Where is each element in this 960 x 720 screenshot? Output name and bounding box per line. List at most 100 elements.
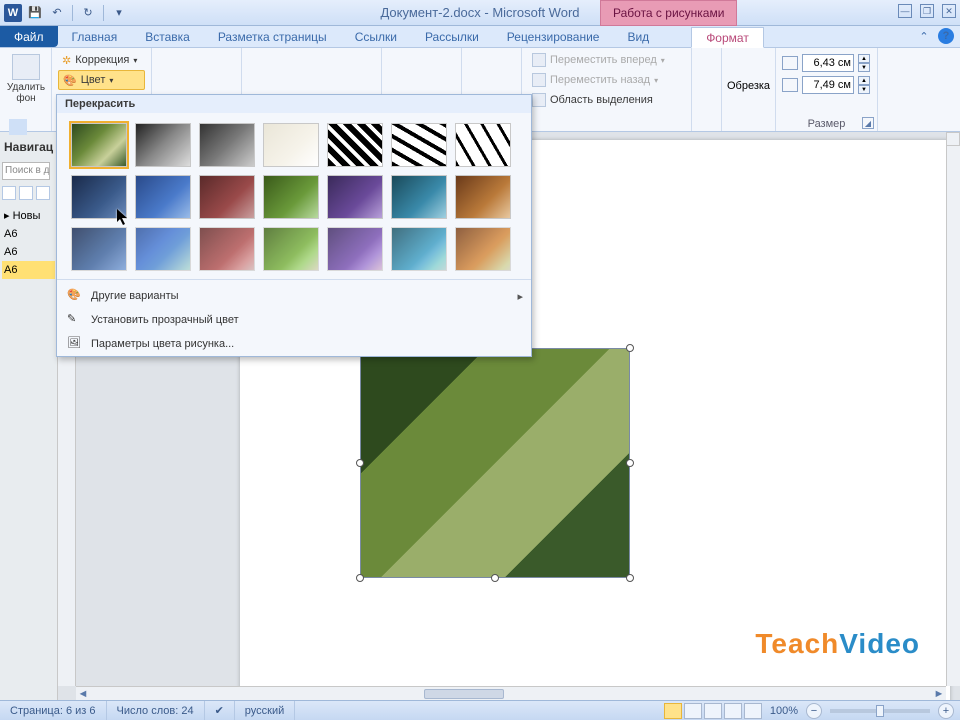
send-backward-icon [532, 73, 546, 87]
nav-tab-results[interactable] [36, 186, 50, 200]
status-language[interactable]: русский [235, 701, 295, 720]
zoom-thumb[interactable] [876, 705, 884, 717]
recolor-swatch-darkblue[interactable] [71, 175, 127, 219]
recolor-swatch-lt-purple[interactable] [327, 227, 383, 271]
set-transparent-item[interactable]: ✎ Установить прозрачный цвет [57, 308, 531, 332]
close-button[interactable]: ✕ [942, 4, 956, 18]
recolor-swatch-green[interactable] [263, 175, 319, 219]
scroll-left-arrow[interactable]: ◄ [76, 688, 90, 700]
status-page[interactable]: Страница: 6 из 6 [0, 701, 107, 720]
ruler-toggle[interactable] [946, 132, 960, 146]
nav-item[interactable]: А6 [2, 243, 55, 261]
position-icon[interactable] [408, 54, 436, 80]
recolor-swatch-teal[interactable] [391, 175, 447, 219]
wrap-text-icon[interactable] [478, 54, 506, 80]
help-icon[interactable]: ? [938, 28, 954, 44]
recolor-swatch-lt-green[interactable] [263, 227, 319, 271]
color-button[interactable]: 🎨Цвет▾ [58, 70, 145, 90]
zoom-slider[interactable] [830, 709, 930, 713]
minimize-ribbon-icon[interactable]: ⌃ [916, 28, 932, 44]
scroll-right-arrow[interactable]: ► [932, 688, 946, 700]
size-dialog-launcher[interactable]: ◢ [862, 117, 874, 129]
height-spin-up[interactable]: ▲ [858, 54, 870, 63]
view-outline[interactable] [724, 703, 742, 719]
zoom-in-button[interactable]: + [938, 703, 954, 719]
recolor-swatch-orange[interactable] [455, 175, 511, 219]
tab-format[interactable]: Формат [691, 27, 764, 48]
status-proofing[interactable]: ✔ [205, 701, 235, 720]
zoom-out-button[interactable]: − [806, 703, 822, 719]
side-tool-icon[interactable] [9, 119, 27, 135]
recolor-swatch-lt-darkblue[interactable] [71, 227, 127, 271]
send-backward-button[interactable]: Переместить назад▾ [528, 70, 685, 90]
crop-icon[interactable] [734, 52, 764, 80]
submenu-arrow-icon: ▸ [517, 290, 523, 303]
view-web-layout[interactable] [704, 703, 722, 719]
picture-style-thumb[interactable] [248, 54, 284, 84]
redo-icon[interactable]: ↻ [79, 4, 97, 22]
qat-customize-icon[interactable]: ▾ [110, 4, 128, 22]
horizontal-scrollbar[interactable]: ◄ ► [76, 686, 946, 700]
recolor-swatch-grayscale[interactable] [135, 123, 191, 167]
view-draft[interactable] [744, 703, 762, 719]
artistic-effects-icon[interactable] [181, 56, 213, 78]
corrections-button[interactable]: ✲Коррекция▾ [58, 50, 145, 70]
tab-file[interactable]: Файл [0, 26, 58, 47]
undo-icon[interactable]: ↶ [48, 4, 66, 22]
recolor-swatch-lt-blue[interactable] [135, 227, 191, 271]
width-input[interactable] [802, 76, 854, 94]
selection-pane-button[interactable]: Область выделения [528, 90, 685, 110]
resize-handle[interactable] [626, 459, 634, 467]
tab-review[interactable]: Рецензирование [493, 26, 614, 47]
view-full-screen[interactable] [684, 703, 702, 719]
width-spin-down[interactable]: ▼ [858, 85, 870, 94]
tab-insert[interactable]: Вставка [131, 26, 204, 47]
recolor-swatch-bw25[interactable] [327, 123, 383, 167]
width-spin-up[interactable]: ▲ [858, 76, 870, 85]
recolor-swatch-washout[interactable] [263, 123, 319, 167]
resize-handle[interactable] [626, 574, 634, 582]
recolor-swatch-lt-teal[interactable] [391, 227, 447, 271]
height-input[interactable] [802, 54, 854, 72]
nav-item-active[interactable]: А6 [2, 261, 55, 279]
resize-handle[interactable] [491, 574, 499, 582]
remove-background-icon [12, 54, 40, 80]
recolor-swatch-blue[interactable] [135, 175, 191, 219]
recolor-swatch-none[interactable] [71, 123, 127, 167]
window-controls: — ❐ ✕ [898, 4, 956, 18]
nav-search-input[interactable]: Поиск в д [2, 162, 50, 180]
nav-heading-group[interactable]: ▸ Новы [2, 206, 55, 225]
bring-forward-button[interactable]: Переместить вперед▾ [528, 50, 685, 70]
recolor-swatch-purple[interactable] [327, 175, 383, 219]
height-spin-down[interactable]: ▼ [858, 63, 870, 72]
restore-button[interactable]: ❐ [920, 4, 934, 18]
minimize-button[interactable]: — [898, 4, 912, 18]
tab-mailings[interactable]: Рассылки [411, 26, 493, 47]
nav-tab-headings[interactable] [2, 186, 16, 200]
tab-references[interactable]: Ссылки [341, 26, 411, 47]
more-variants-item[interactable]: 🎨 Другие варианты ▸ [57, 284, 531, 308]
remove-background-button[interactable]: Удалить фон [6, 50, 46, 104]
scroll-thumb[interactable] [424, 689, 504, 699]
resize-handle[interactable] [356, 574, 364, 582]
recolor-swatch-sepia[interactable] [199, 123, 255, 167]
tab-page-layout[interactable]: Разметка страницы [204, 26, 341, 47]
status-word-count[interactable]: Число слов: 24 [107, 701, 205, 720]
recolor-swatch-lt-orange[interactable] [455, 227, 511, 271]
view-print-layout[interactable] [664, 703, 682, 719]
recolor-swatch-bw75[interactable] [455, 123, 511, 167]
vertical-scrollbar[interactable] [946, 132, 960, 686]
recolor-swatch-red[interactable] [199, 175, 255, 219]
recolor-swatch-bw50[interactable] [391, 123, 447, 167]
resize-handle[interactable] [626, 344, 634, 352]
nav-tab-pages[interactable] [19, 186, 33, 200]
save-icon[interactable]: 💾 [26, 4, 44, 22]
selected-picture[interactable] [360, 348, 630, 578]
zoom-level[interactable]: 100% [770, 705, 798, 717]
tab-home[interactable]: Главная [58, 26, 132, 47]
picture-color-options-item[interactable]: 🖼 Параметры цвета рисунка... [57, 332, 531, 356]
tab-view[interactable]: Вид [613, 26, 663, 47]
resize-handle[interactable] [356, 459, 364, 467]
recolor-swatch-lt-red[interactable] [199, 227, 255, 271]
nav-item[interactable]: А6 [2, 225, 55, 243]
